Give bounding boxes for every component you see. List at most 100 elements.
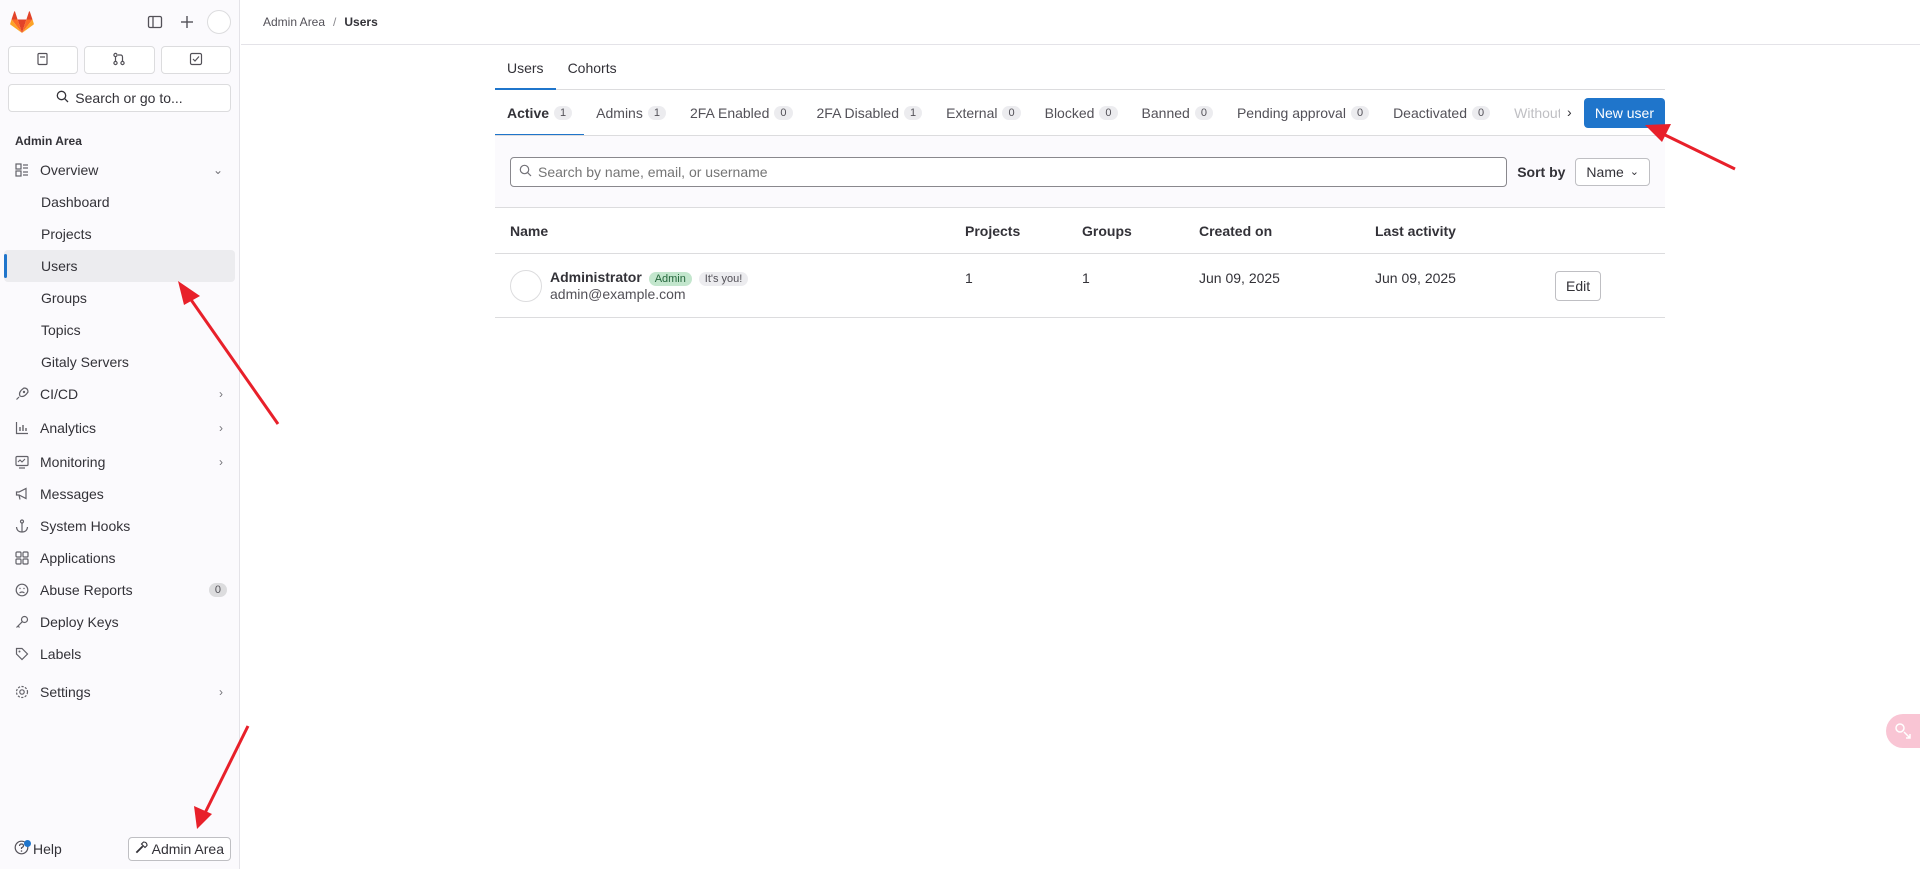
edit-user-button[interactable]: Edit bbox=[1555, 270, 1602, 301]
tab-2fa-enabled[interactable]: 2FA Enabled 0 bbox=[678, 90, 805, 135]
tab-cohorts[interactable]: Cohorts bbox=[556, 46, 629, 89]
top-tabs: Users Cohorts bbox=[495, 46, 1665, 90]
breadcrumb-separator: / bbox=[333, 15, 337, 29]
sidebar-item-applications[interactable]: Applications bbox=[4, 542, 235, 574]
plus-icon[interactable] bbox=[175, 10, 199, 34]
sidebar-item-abuse-reports[interactable]: Abuse Reports 0 bbox=[4, 574, 235, 606]
sidebar-item-label: Labels bbox=[40, 646, 82, 662]
tab-count-badge: 0 bbox=[1099, 105, 1118, 120]
tab-label: 2FA Enabled bbox=[689, 104, 770, 121]
user-name-link[interactable]: Administrator bbox=[550, 269, 642, 285]
wrench-icon bbox=[135, 841, 148, 857]
sidebar-item-label: Analytics bbox=[40, 420, 97, 436]
tab-count-badge: 1 bbox=[647, 105, 666, 120]
table-row: Administrator Admin It's you! admin@exam… bbox=[495, 254, 1665, 318]
search-input-wrapper[interactable] bbox=[510, 156, 1508, 187]
tab-count-badge: 0 bbox=[1472, 105, 1491, 120]
sidebar-item-label: Projects bbox=[41, 226, 92, 242]
new-user-button[interactable]: New user bbox=[1583, 98, 1665, 128]
tab-users[interactable]: Users bbox=[495, 46, 556, 90]
sidebar-item-groups[interactable]: Groups bbox=[4, 282, 235, 314]
notification-dot bbox=[24, 840, 31, 847]
sidebar-item-label: System Hooks bbox=[40, 518, 131, 534]
sort-value: Name bbox=[1586, 163, 1624, 180]
breadcrumb: Admin Area / Users bbox=[241, 0, 1920, 45]
tab-active[interactable]: Active 1 bbox=[495, 90, 585, 135]
merge-requests-counter-button[interactable] bbox=[84, 46, 155, 74]
tab-pending-approval[interactable]: Pending approval 0 bbox=[1225, 90, 1381, 135]
chevron-right-icon: › bbox=[219, 387, 223, 401]
sidebar-item-label: Applications bbox=[40, 550, 116, 566]
sidebar-item-settings[interactable]: Settings › bbox=[4, 676, 235, 708]
tab-label: Pending approval bbox=[1236, 104, 1346, 121]
breadcrumb-admin-area[interactable]: Admin Area bbox=[263, 15, 325, 29]
sidebar-item-deploy-keys[interactable]: Deploy Keys bbox=[4, 606, 235, 638]
column-header-name: Name bbox=[510, 222, 549, 239]
tab-count-badge: 0 bbox=[1002, 105, 1021, 120]
chevron-right-icon: › bbox=[219, 455, 223, 469]
sidebar-item-system-hooks[interactable]: System Hooks bbox=[4, 510, 235, 542]
sidebar-item-messages[interactable]: Messages bbox=[4, 478, 235, 510]
tab-admins[interactable]: Admins 1 bbox=[584, 90, 678, 135]
tab-without[interactable]: Without bbox=[1502, 90, 1560, 135]
tab-banned[interactable]: Banned 0 bbox=[1130, 90, 1225, 135]
search-or-go-to-button[interactable]: Search or go to... bbox=[8, 84, 231, 112]
translate-widget-icon[interactable] bbox=[1886, 714, 1920, 748]
tab-count-badge: 1 bbox=[904, 105, 923, 120]
search-input[interactable] bbox=[538, 163, 1499, 180]
help-button[interactable]: Help bbox=[14, 840, 62, 858]
sidebar-item-projects[interactable]: Projects bbox=[4, 218, 235, 250]
sidebar-item-label: Overview bbox=[40, 162, 99, 178]
avatar[interactable] bbox=[510, 269, 542, 302]
tab-deactivated[interactable]: Deactivated 0 bbox=[1381, 90, 1502, 135]
chevron-down-icon: ⌄ bbox=[212, 163, 223, 177]
tab-label: Banned bbox=[1141, 104, 1190, 121]
todo-icon bbox=[189, 52, 203, 69]
tab-blocked[interactable]: Blocked 0 bbox=[1033, 90, 1130, 135]
sidebar-item-label: Groups bbox=[41, 290, 87, 306]
cell-created-on: Jun 09, 2025 bbox=[1199, 270, 1280, 286]
user-avatar[interactable] bbox=[207, 10, 231, 34]
tab-label: Active bbox=[507, 104, 550, 121]
tab-count-badge: 1 bbox=[554, 105, 573, 120]
sidebar-header bbox=[0, 0, 239, 44]
sidebar-item-gitaly-servers[interactable]: Gitaly Servers bbox=[4, 346, 235, 378]
tab-label: Admins bbox=[596, 104, 643, 121]
apps-icon bbox=[14, 551, 30, 565]
sidebar-item-analytics[interactable]: Analytics › bbox=[4, 412, 235, 444]
sidebar-item-overview[interactable]: Overview ⌄ bbox=[4, 154, 235, 186]
sidebar-item-label: Monitoring bbox=[40, 454, 106, 470]
column-header-created-on: Created on bbox=[1199, 222, 1273, 239]
column-header-projects: Projects bbox=[965, 222, 1021, 239]
chevron-right-icon: › bbox=[219, 685, 223, 699]
gitlab-logo-icon[interactable] bbox=[8, 8, 36, 36]
scroll-right-chevron-icon[interactable]: › bbox=[1567, 104, 1572, 120]
admin-area-button[interactable]: Admin Area bbox=[127, 837, 231, 861]
breadcrumb-users[interactable]: Users bbox=[344, 15, 377, 29]
user-email[interactable]: admin@example.com bbox=[550, 286, 748, 302]
sidebar-item-topics[interactable]: Topics bbox=[4, 314, 235, 346]
column-header-last-activity: Last activity bbox=[1375, 222, 1456, 239]
tab-label: External bbox=[946, 104, 998, 121]
tab-external[interactable]: External 0 bbox=[934, 90, 1032, 135]
sidebar-item-cicd[interactable]: CI/CD › bbox=[4, 378, 235, 410]
issues-counter-button[interactable] bbox=[8, 46, 79, 74]
megaphone-icon bbox=[14, 487, 30, 501]
sort-dropdown[interactable]: Name ⌄ bbox=[1575, 157, 1650, 186]
sidebar-item-monitoring[interactable]: Monitoring › bbox=[4, 446, 235, 478]
todos-counter-button[interactable] bbox=[160, 46, 231, 74]
sidebar-item-users[interactable]: Users bbox=[4, 250, 235, 282]
sidebar-toggle-icon[interactable] bbox=[143, 10, 167, 34]
chevron-down-icon: ⌄ bbox=[1629, 166, 1639, 178]
tab-count-badge: 0 bbox=[1194, 105, 1213, 120]
settings-icon bbox=[14, 685, 30, 699]
sidebar-item-label: Abuse Reports bbox=[40, 582, 133, 598]
tab-label: Blocked bbox=[1044, 104, 1095, 121]
sidebar-item-labels[interactable]: Labels bbox=[4, 638, 235, 670]
tab-label: Without bbox=[1514, 104, 1560, 121]
sidebar-item-dashboard[interactable]: Dashboard bbox=[4, 186, 235, 218]
filter-tabs-row: Active 1 Admins 1 2FA Enabled 0 2FA Disable… bbox=[495, 90, 1665, 136]
tab-2fa-disabled[interactable]: 2FA Disabled 1 bbox=[805, 90, 935, 135]
merge-request-icon bbox=[112, 52, 126, 69]
abuse-icon bbox=[14, 583, 30, 597]
